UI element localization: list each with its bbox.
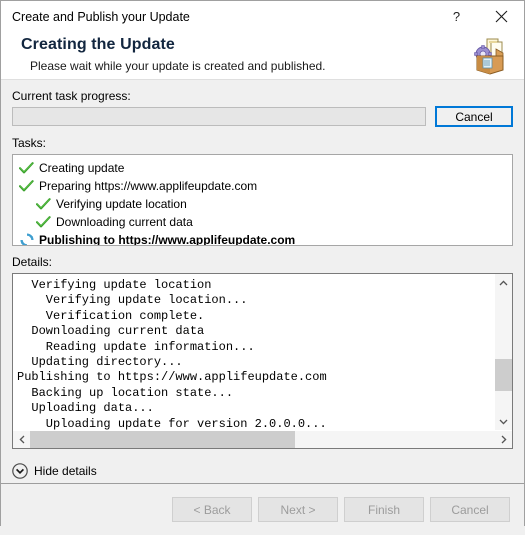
check-icon xyxy=(19,180,34,192)
hide-details-label: Hide details xyxy=(34,464,97,478)
check-icon xyxy=(36,216,51,228)
scroll-up-button[interactable] xyxy=(495,274,512,291)
title-bar: Create and Publish your Update ? xyxy=(1,1,524,32)
task-progress-bar xyxy=(12,107,426,126)
chevron-down-circle-icon xyxy=(12,463,28,479)
task-item-label: Verifying update location xyxy=(56,197,187,211)
chevron-left-icon xyxy=(18,435,24,444)
button-label: Next > xyxy=(280,502,316,517)
scroll-left-button[interactable] xyxy=(13,431,30,448)
back-button: < Back xyxy=(172,497,252,522)
cancel-task-button[interactable]: Cancel xyxy=(435,106,513,127)
button-label: Finish xyxy=(367,502,400,517)
tasks-list[interactable]: Creating update Preparing https://www.app… xyxy=(12,154,513,246)
vertical-scroll-track[interactable] xyxy=(495,291,512,413)
scroll-right-button[interactable] xyxy=(495,431,512,448)
page-subtitle: Please wait while your update is created… xyxy=(30,59,326,73)
help-button[interactable]: ? xyxy=(434,2,479,32)
check-icon-wrap xyxy=(18,160,35,176)
details-panel: Verifying update location Verifying upda… xyxy=(12,273,513,449)
details-log-text[interactable]: Verifying update location Verifying upda… xyxy=(13,274,494,430)
task-item-label: Publishing to https://www.applifeupdate.… xyxy=(39,233,296,246)
check-icon-wrap xyxy=(35,196,52,212)
finish-button: Finish xyxy=(344,497,424,522)
button-label: Cancel xyxy=(451,502,489,517)
chevron-up-icon xyxy=(499,279,508,285)
button-label: < Back xyxy=(193,502,231,517)
task-item: Preparing https://www.applifeupdate.com xyxy=(13,177,512,195)
task-item-label: Creating update xyxy=(39,161,125,175)
check-icon xyxy=(36,198,51,210)
question-mark-icon: ? xyxy=(452,9,461,24)
package-box-gear-icon xyxy=(469,36,511,76)
wizard-header: Creating the Update Please wait while yo… xyxy=(1,32,524,80)
wizard-footer: < Back Next > Finish Cancel xyxy=(1,483,524,535)
horizontal-scroll-thumb[interactable] xyxy=(30,431,296,448)
vertical-scroll-thumb[interactable] xyxy=(495,359,512,392)
task-item: Verifying update location xyxy=(13,195,512,213)
refresh-spinner-icon xyxy=(19,233,34,245)
task-item: Creating update xyxy=(13,159,512,177)
window-title: Create and Publish your Update xyxy=(12,9,190,24)
scroll-down-button[interactable] xyxy=(495,413,512,430)
cancel-task-button-label: Cancel xyxy=(455,109,493,124)
next-button: Next > xyxy=(258,497,338,522)
page-title: Creating the Update xyxy=(21,36,175,53)
chevron-down-icon xyxy=(499,419,508,425)
details-horizontal-scrollbar[interactable] xyxy=(13,430,512,448)
check-icon xyxy=(19,162,34,174)
task-item-label: Downloading current data xyxy=(56,215,193,229)
chevron-right-icon xyxy=(501,435,507,444)
refresh-spinner-icon-wrap xyxy=(18,232,35,245)
tasks-label: Tasks: xyxy=(12,136,47,150)
close-button[interactable] xyxy=(479,2,524,32)
task-item-label: Preparing https://www.applifeupdate.com xyxy=(39,179,258,193)
progress-row: Cancel xyxy=(12,106,513,127)
cancel-button: Cancel xyxy=(430,497,510,522)
check-icon-wrap xyxy=(35,214,52,230)
dialog-body: Current task progress: Cancel Tasks: Cre… xyxy=(1,80,524,483)
close-icon xyxy=(495,10,508,23)
horizontal-scroll-track[interactable] xyxy=(30,431,495,448)
wizard-dialog: Create and Publish your Update ? Creatin… xyxy=(0,0,525,535)
details-label: Details: xyxy=(12,255,53,269)
check-icon-wrap xyxy=(18,178,35,194)
task-item: Downloading current data xyxy=(13,213,512,231)
details-vertical-scrollbar[interactable] xyxy=(494,274,512,430)
hide-details-toggle[interactable]: Hide details xyxy=(12,459,97,483)
progress-label: Current task progress: xyxy=(12,89,131,103)
task-item: Publishing to https://www.applifeupdate.… xyxy=(13,231,512,246)
